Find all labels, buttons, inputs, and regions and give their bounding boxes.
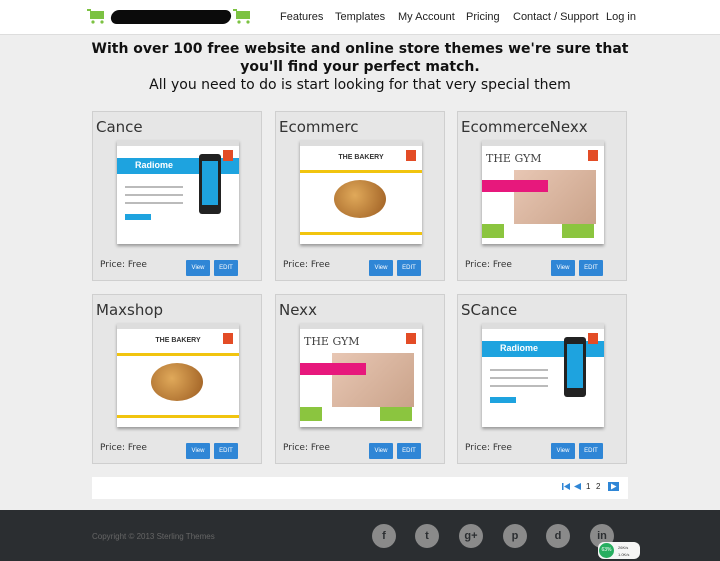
browser-chrome xyxy=(482,140,604,146)
bread-image xyxy=(334,180,386,218)
google-plus-icon[interactable]: g+ xyxy=(459,524,483,548)
theme-price: Price: Free xyxy=(465,260,512,270)
view-button[interactable]: View xyxy=(551,260,575,276)
html5-badge-icon xyxy=(223,150,233,161)
nav-my-account[interactable]: My Account xyxy=(398,11,455,23)
theme-price: Price: Free xyxy=(465,443,512,453)
download-speed: 1.0K/s xyxy=(618,552,630,557)
nav-contact-support[interactable]: Contact / Support xyxy=(513,11,599,23)
theme-preview-image[interactable]: THE GYM xyxy=(300,323,422,427)
theme-preview-image[interactable]: THE GYM xyxy=(482,140,604,244)
theme-card: EcommerceNexx THE GYM Price: Free View EDIT xyxy=(457,111,627,281)
theme-preview-image[interactable]: THE BAKERY xyxy=(300,140,422,244)
headline-line-1b: you'll find your perfect match. xyxy=(240,59,480,75)
html5-badge-icon xyxy=(588,150,598,161)
network-speed-widget: 63% 26K/s 1.0K/s xyxy=(598,542,640,559)
theme-card: Ecommerc THE BAKERY Price: Free View EDIT xyxy=(275,111,445,281)
prev-page-icon[interactable] xyxy=(574,483,581,492)
browser-chrome xyxy=(300,140,422,146)
preview-title: THE BAKERY xyxy=(155,337,201,344)
phone-mockup xyxy=(564,337,586,397)
browser-chrome xyxy=(300,323,422,329)
html5-badge-icon xyxy=(223,333,233,344)
preview-title: Radiome xyxy=(135,160,174,170)
html5-badge-icon xyxy=(588,333,598,344)
theme-preview-image[interactable]: Radiome xyxy=(117,140,239,244)
theme-name[interactable]: Ecommerc xyxy=(279,118,358,136)
page-headline: With over 100 free website and online st… xyxy=(80,40,640,94)
theme-price: Price: Free xyxy=(283,443,330,453)
preview-title: THE BAKERY xyxy=(338,154,384,161)
view-button[interactable]: View xyxy=(369,260,393,276)
page-1[interactable]: 1 xyxy=(586,482,590,491)
phone-mockup xyxy=(199,154,221,214)
headline-line-1a: With over 100 free website and online st… xyxy=(91,41,629,57)
theme-name[interactable]: Nexx xyxy=(279,301,317,319)
theme-price: Price: Free xyxy=(100,443,147,453)
browser-chrome xyxy=(117,323,239,329)
nav-log-in[interactable]: Log in xyxy=(606,11,636,23)
nav-templates[interactable]: Templates xyxy=(335,11,385,23)
edit-button[interactable]: EDIT xyxy=(579,443,603,459)
theme-preview-image[interactable]: Radiome xyxy=(482,323,604,427)
pagination-bar: 1 2 xyxy=(92,477,628,499)
browser-chrome xyxy=(117,140,239,146)
preview-promo-bar xyxy=(482,180,548,192)
theme-name[interactable]: SCance xyxy=(461,301,517,319)
first-page-icon[interactable] xyxy=(562,483,570,492)
edit-button[interactable]: EDIT xyxy=(214,260,238,276)
preview-title: THE GYM xyxy=(486,152,542,165)
copyright-text: Copyright © 2013 Sterling Themes xyxy=(92,532,215,541)
view-button[interactable]: View xyxy=(186,443,210,459)
preview-promo-bar xyxy=(300,363,366,375)
main-nav: Features Templates My Account Pricing Co… xyxy=(0,0,720,34)
html5-badge-icon xyxy=(406,333,416,344)
theme-name[interactable]: Cance xyxy=(96,118,143,136)
edit-button[interactable]: EDIT xyxy=(214,443,238,459)
theme-preview-image[interactable]: THE BAKERY xyxy=(117,323,239,427)
view-button[interactable]: View xyxy=(369,443,393,459)
preview-title: Radiome xyxy=(500,343,539,353)
top-navigation-bar: Features Templates My Account Pricing Co… xyxy=(0,0,720,35)
theme-card: Maxshop THE BAKERY Price: Free View EDIT xyxy=(92,294,262,464)
next-page-icon[interactable] xyxy=(608,482,619,493)
edit-button[interactable]: EDIT xyxy=(579,260,603,276)
fitness-photo xyxy=(514,170,596,224)
theme-card: SCance Radiome Price: Free View EDIT xyxy=(457,294,627,464)
pinterest-icon[interactable]: p xyxy=(503,524,527,548)
dribbble-icon[interactable]: d xyxy=(546,524,570,548)
pagination: 1 2 xyxy=(562,482,622,495)
theme-name[interactable]: EcommerceNexx xyxy=(461,118,588,136)
nav-pricing[interactable]: Pricing xyxy=(466,11,500,23)
bread-image xyxy=(151,363,203,401)
theme-price: Price: Free xyxy=(100,260,147,270)
nav-features[interactable]: Features xyxy=(280,11,323,23)
theme-card: Cance Radiome Price: Free View EDIT xyxy=(92,111,262,281)
preview-accent-bar xyxy=(117,353,239,356)
browser-chrome xyxy=(482,323,604,329)
theme-name[interactable]: Maxshop xyxy=(96,301,163,319)
footer: Copyright © 2013 Sterling Themes f t g+ … xyxy=(0,510,720,561)
edit-button[interactable]: EDIT xyxy=(397,443,421,459)
facebook-icon[interactable]: f xyxy=(372,524,396,548)
theme-card: Nexx THE GYM Price: Free View EDIT xyxy=(275,294,445,464)
preview-accent-bar xyxy=(300,170,422,173)
edit-button[interactable]: EDIT xyxy=(397,260,421,276)
twitter-icon[interactable]: t xyxy=(415,524,439,548)
view-button[interactable]: View xyxy=(551,443,575,459)
upload-speed: 26K/s xyxy=(618,545,629,550)
html5-badge-icon xyxy=(406,150,416,161)
theme-price: Price: Free xyxy=(283,260,330,270)
network-percent: 63% xyxy=(599,543,614,558)
view-button[interactable]: View xyxy=(186,260,210,276)
fitness-photo xyxy=(332,353,414,407)
headline-subtitle: All you need to do is start looking for … xyxy=(149,77,571,93)
page-2[interactable]: 2 xyxy=(596,482,600,491)
preview-title: THE GYM xyxy=(304,335,360,348)
